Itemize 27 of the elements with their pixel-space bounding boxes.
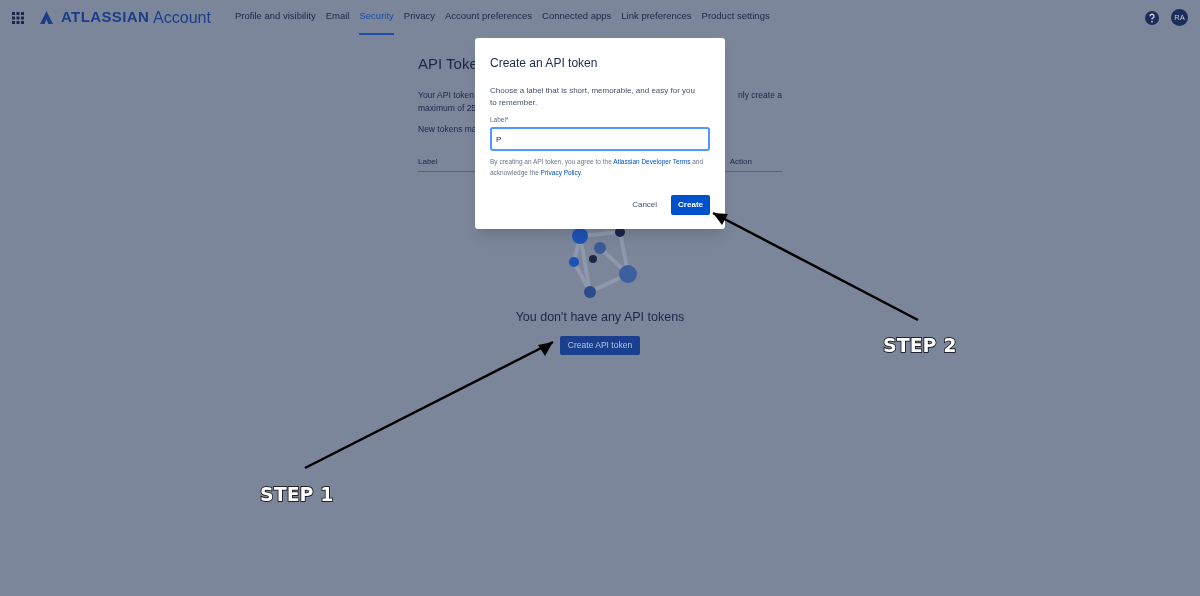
step-label: STEP 2 xyxy=(883,333,957,358)
label-field[interactable]: P xyxy=(490,127,710,152)
intro-text: nly create a xyxy=(738,89,782,102)
help-icon[interactable] xyxy=(1145,10,1159,25)
column-header: Action xyxy=(729,155,752,168)
nav-tab[interactable]: Product settings xyxy=(701,0,770,35)
nav-tab[interactable]: Account preferences xyxy=(444,0,533,35)
product-name: Account xyxy=(153,7,211,28)
intro-text: Your API token xyxy=(418,89,475,102)
nav-tab[interactable]: Link preferences xyxy=(621,0,692,35)
nav-tab[interactable]: Connected apps xyxy=(542,0,612,35)
nav-tab[interactable]: Profile and visibility xyxy=(234,0,316,35)
cancel-button[interactable]: Cancel xyxy=(626,195,664,216)
step-label: STEP 1 xyxy=(260,482,334,507)
brand-name: ATLASSIAN xyxy=(61,7,150,28)
dialog-title: Create an API token xyxy=(490,55,599,72)
app-switcher-icon[interactable] xyxy=(12,11,24,24)
nav-tab[interactable]: Email xyxy=(325,0,350,35)
nav-tab[interactable]: Security xyxy=(359,0,394,35)
column-header: Label xyxy=(418,155,438,168)
empty-state-title: You don't have any API tokens xyxy=(514,308,686,326)
logo-icon xyxy=(40,11,53,24)
create-token-button[interactable]: Create API token xyxy=(559,335,641,355)
nav-tab[interactable]: Privacy xyxy=(403,0,435,35)
intro-text: maximum of 25 xyxy=(418,102,477,115)
create-button[interactable]: Create xyxy=(671,195,710,216)
dialog-description: Choose a label that is short, memorable, and easy for you to remember. xyxy=(490,85,696,109)
